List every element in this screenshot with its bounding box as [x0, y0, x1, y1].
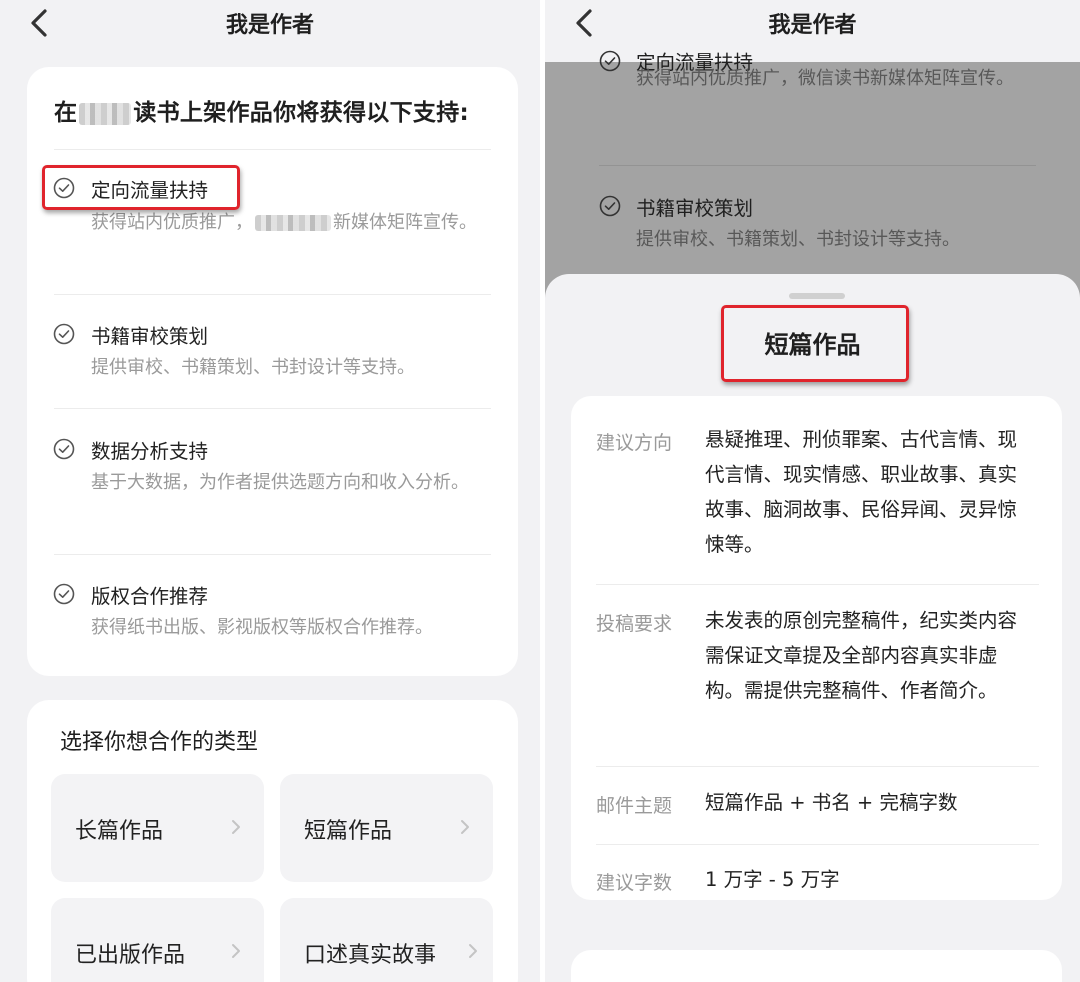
- info-value: 未发表的原创完整稿件，纪实类内容需保证文章提及全部内容真实非虚构。需提供完整稿件…: [705, 609, 1018, 702]
- chevron-right-icon: [232, 944, 240, 958]
- type-selection-card: 选择你想合作的类型 长篇作品 短篇作品 已出版作品 口述真实故事: [27, 700, 518, 982]
- benefit-desc: 提供审校、书籍策划、书封设计等支持。: [636, 229, 960, 250]
- tile-label: 短篇作品: [304, 819, 393, 844]
- info-label: 建议字数: [596, 872, 673, 894]
- check-circle-icon: [599, 50, 621, 72]
- benefit-desc: 获得纸书出版、影视版权等版权合作推荐。: [91, 617, 433, 638]
- page-title: 我是作者: [768, 13, 857, 38]
- type-heading: 选择你想合作的类型: [60, 730, 259, 755]
- check-circle-icon: [53, 323, 75, 345]
- divider: [54, 149, 491, 150]
- check-circle-icon: [599, 195, 621, 217]
- divider: [596, 844, 1039, 845]
- divider: [599, 165, 1036, 166]
- info-value: 1 万字 - 5 万字: [705, 868, 840, 891]
- check-circle-icon: [53, 583, 75, 605]
- submission-info-card: 建议方向 悬疑推理、刑侦罪案、古代言情、现代言情、现实情感、职业故事、真实故事、…: [571, 396, 1062, 900]
- bottom-sheet: 短篇作品 建议方向 悬疑推理、刑侦罪案、古代言情、现代言情、现实情感、职业故事、…: [545, 274, 1080, 982]
- info-label: 投稿要求: [596, 613, 673, 635]
- type-tile-long[interactable]: 长篇作品: [51, 774, 264, 882]
- benefit-desc: 基于大数据，为作者提供选题方向和收入分析。: [91, 472, 469, 493]
- divider: [54, 408, 491, 409]
- blurred-app-name: [255, 215, 331, 231]
- sheet-title: 短篇作品: [764, 331, 861, 359]
- info-label: 邮件主题: [596, 795, 673, 817]
- divider: [54, 294, 491, 295]
- back-arrow-icon: [31, 9, 47, 37]
- check-circle-icon: [53, 438, 75, 460]
- page-title: 我是作者: [225, 13, 314, 38]
- info-label: 建议方向: [596, 432, 673, 454]
- benefit-title: 书籍审校策划: [636, 197, 754, 220]
- chevron-right-icon: [232, 820, 240, 834]
- desc-text: 获得站内优质推广，: [91, 212, 253, 233]
- info-value: 悬疑推理、刑侦罪案、古代言情、现代言情、现实情感、职业故事、真实故事、脑洞故事、…: [705, 428, 1018, 556]
- sheet-drag-handle[interactable]: [789, 293, 845, 299]
- benefit-title: 版权合作推荐: [91, 585, 209, 608]
- benefit-desc: 提供审校、书籍策划、书封设计等支持。: [91, 357, 415, 378]
- chevron-right-icon: [461, 820, 469, 834]
- benefit-title: 定向流量扶持: [91, 179, 209, 202]
- type-tile-published[interactable]: 已出版作品: [51, 898, 264, 982]
- tile-label: 口述真实故事: [304, 943, 437, 968]
- type-tile-oral-story[interactable]: 口述真实故事: [280, 898, 493, 982]
- heading-suffix: 读书上架作品你将获得以下支持:: [133, 100, 470, 126]
- benefit-title: 数据分析支持: [91, 440, 209, 463]
- benefit-desc: 获得站内优质推广， 新媒体矩阵宣传。: [91, 207, 486, 238]
- back-button[interactable]: [22, 6, 56, 40]
- desc-text: 新媒体矩阵宣传。: [333, 212, 477, 233]
- support-heading: 在 读书上架作品你将获得以下支持:: [54, 93, 469, 127]
- benefit-title: 书籍审校策划: [91, 325, 209, 348]
- benefit-desc: 获得站内优质推广，微信读书新媒体矩阵宣传。: [636, 68, 1014, 89]
- chevron-right-icon: [469, 944, 477, 958]
- divider: [596, 584, 1039, 585]
- info-value: 短篇作品 + 书名 + 完稿字数: [705, 791, 958, 814]
- divider: [54, 554, 491, 555]
- tile-label: 长篇作品: [75, 819, 164, 844]
- back-arrow-icon: [576, 9, 592, 37]
- nav-bar: 我是作者: [545, 0, 1080, 46]
- back-button[interactable]: [567, 6, 601, 40]
- support-card: 在 读书上架作品你将获得以下支持: 定向流量扶持 获得站内优质推广， 新媒体矩阵宣传…: [27, 67, 518, 676]
- type-tile-short[interactable]: 短篇作品: [280, 774, 493, 882]
- left-screen: 我是作者 在 读书上架作品你将获得以下支持: 定向流量扶持 获得站内优质推广， 新媒…: [0, 0, 540, 982]
- right-screen: 我是作者 定向流量扶持 获得站内优质推广，微信读书新媒体矩阵宣传。 书籍审校策划…: [545, 0, 1080, 982]
- divider: [596, 766, 1039, 767]
- nav-bar: 我是作者: [0, 0, 540, 46]
- check-circle-icon: [53, 177, 75, 199]
- next-section-card: [571, 950, 1062, 982]
- blurred-app-name: [79, 102, 132, 125]
- tile-label: 已出版作品: [75, 943, 186, 968]
- heading-prefix: 在: [54, 100, 78, 126]
